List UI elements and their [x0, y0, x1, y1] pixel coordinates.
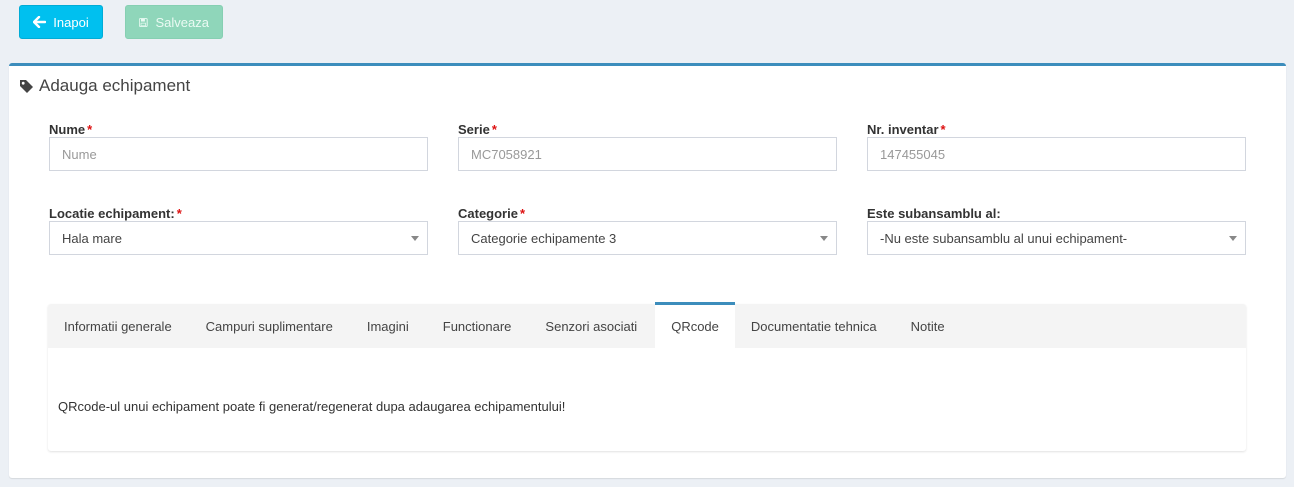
tab-documentatie-tehnica[interactable]: Documentatie tehnica — [735, 304, 895, 348]
tab-content-qrcode: QRcode-ul unui echipament poate fi gener… — [48, 348, 1246, 414]
categorie-field: Categorie * Categorie echipamente 3 — [458, 206, 837, 255]
panel-title-text: Adauga echipament — [39, 76, 191, 95]
toolbar: Inapoi Salveaza — [19, 5, 223, 39]
inventar-input[interactable]: 147455045 — [867, 137, 1246, 171]
locatie-select[interactable]: Hala mare — [49, 221, 428, 255]
add-equipment-panel: Adauga echipament Nume * Nume Serie * MC70… — [9, 63, 1286, 478]
inventar-field: Nr. inventar * 147455045 — [867, 122, 1246, 171]
subansamblu-selected: -Nu este subansamblu al unui echipament- — [880, 230, 1128, 246]
nume-input[interactable]: Nume — [49, 137, 428, 171]
caret-down-icon — [411, 236, 419, 241]
arrow-left-icon — [33, 16, 47, 28]
locatie-field: Locatie echipament: * Hala mare — [49, 206, 428, 255]
tab-informatii-generale[interactable]: Informatii generale — [48, 304, 190, 348]
tab-bar: Informatii generale Campuri suplimentare… — [48, 302, 1246, 348]
back-button-label: Inapoi — [53, 14, 89, 30]
serie-field: Serie * MC7058921 — [458, 122, 837, 171]
serie-input[interactable]: MC7058921 — [458, 137, 837, 171]
caret-down-icon — [820, 236, 828, 241]
tabs-container: Informatii generale Campuri suplimentare… — [48, 302, 1246, 451]
panel-title: Adauga echipament — [19, 76, 190, 96]
qrcode-message: QRcode-ul unui echipament poate fi gener… — [58, 399, 566, 414]
caret-down-icon — [1229, 236, 1237, 241]
save-button[interactable]: Salveaza — [125, 5, 223, 39]
tag-icon — [20, 79, 33, 93]
subansamblu-field: Este subansamblu al: -Nu este subansambl… — [867, 206, 1246, 255]
tab-senzori-asociati[interactable]: Senzori asociati — [529, 304, 655, 348]
tab-notite[interactable]: Notite — [895, 304, 963, 348]
tab-imagini[interactable]: Imagini — [351, 304, 427, 348]
nume-field: Nume * Nume — [49, 122, 428, 171]
tab-functionare[interactable]: Functionare — [427, 304, 530, 348]
categorie-select[interactable]: Categorie echipamente 3 — [458, 221, 837, 255]
categorie-selected: Categorie echipamente 3 — [471, 230, 617, 246]
floppy-disk-icon — [139, 17, 148, 27]
locatie-selected: Hala mare — [62, 230, 122, 246]
tab-qrcode[interactable]: QRcode — [655, 302, 735, 348]
tab-campuri-suplimentare[interactable]: Campuri suplimentare — [190, 304, 351, 348]
subansamblu-select[interactable]: -Nu este subansamblu al unui echipament- — [867, 221, 1246, 255]
back-button[interactable]: Inapoi — [19, 5, 103, 39]
save-button-label: Salveaza — [155, 14, 209, 30]
